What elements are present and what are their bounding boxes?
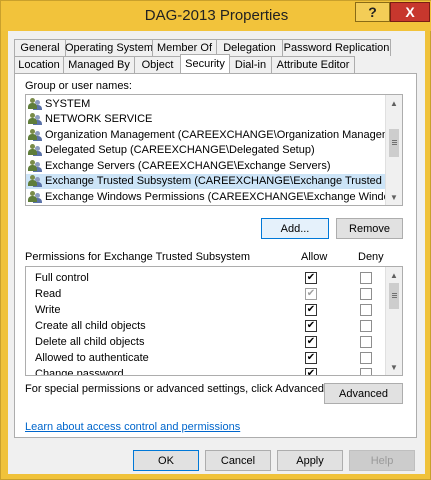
group-list[interactable]: SYSTEM NETWORK SERVICE Organization Manage… (25, 94, 403, 206)
security-panel: Group or user names: SYSTEM NETWORK SERVI… (14, 73, 417, 438)
add-button[interactable]: Add... (261, 218, 329, 239)
permission-row: Read ✔ (26, 286, 402, 302)
deny-checkbox[interactable] (360, 304, 372, 316)
group-name: Exchange Trusted Subsystem (CAREEXCHANGE… (45, 175, 403, 187)
allow-checkbox[interactable]: ✔ (305, 352, 317, 364)
group-names-label: Group or user names: (25, 80, 132, 92)
group-list-scrollbar[interactable]: ▲ ▼ (385, 95, 402, 205)
list-item[interactable]: SYSTEM (26, 96, 385, 111)
permission-row: Create all child objects ✔ (26, 318, 402, 334)
deny-checkbox[interactable] (360, 352, 372, 364)
permission-row: Write ✔ (26, 302, 402, 318)
help-button[interactable]: Help (349, 450, 415, 471)
ok-button[interactable]: OK (133, 450, 199, 471)
tab-security[interactable]: Security (180, 54, 230, 73)
tab-dial-in[interactable]: Dial-in (229, 56, 272, 73)
group-name: Delegated Setup (CAREEXCHANGE\Delegated … (45, 144, 315, 156)
advanced-note: For special permissions or advanced sett… (25, 383, 328, 395)
permissions-label: Permissions for Exchange Trusted Subsyst… (25, 251, 250, 263)
deny-checkbox[interactable] (360, 368, 372, 375)
deny-checkbox[interactable] (360, 288, 372, 300)
user-group-icon (28, 144, 42, 156)
tab-general[interactable]: General (14, 39, 66, 56)
apply-button[interactable]: Apply (277, 450, 343, 471)
scroll-thumb[interactable] (389, 283, 399, 309)
permission-name: Delete all child objects (35, 336, 145, 348)
scroll-up-arrow-icon[interactable]: ▲ (386, 95, 402, 111)
user-group-icon (28, 159, 42, 172)
permission-row: Delete all child objects ✔ (26, 334, 402, 350)
allow-checkbox[interactable]: ✔ (305, 368, 317, 375)
dialog-client: General Operating System Member Of Delegati… (8, 31, 425, 474)
scroll-up-arrow-icon[interactable]: ▲ (386, 267, 402, 283)
cancel-button[interactable]: Cancel (205, 450, 271, 471)
tab-object[interactable]: Object (134, 56, 181, 73)
title-bar[interactable]: DAG-2013 Properties ? X (1, 1, 431, 31)
scroll-thumb[interactable] (389, 129, 399, 157)
permission-name: Allowed to authenticate (35, 352, 149, 364)
tab-password-replication[interactable]: Password Replication (282, 39, 391, 56)
scroll-down-arrow-icon[interactable]: ▼ (386, 359, 402, 375)
allow-checkbox[interactable]: ✔ (305, 304, 317, 316)
deny-checkbox[interactable] (360, 320, 372, 332)
permission-row: Allowed to authenticate ✔ (26, 350, 402, 366)
permission-row: Full control ✔ (26, 270, 402, 286)
permission-name: Read (35, 288, 62, 300)
scroll-down-arrow-icon[interactable]: ▼ (386, 189, 402, 205)
allow-header: Allow (301, 251, 328, 263)
tab-location[interactable]: Location (14, 56, 64, 73)
allow-checkbox[interactable]: ✔ (305, 336, 317, 348)
list-item[interactable]: Delegated Setup (CAREEXCHANGE\Delegated … (26, 143, 385, 158)
permission-name: Full control (35, 272, 89, 284)
deny-checkbox[interactable] (360, 272, 372, 284)
user-group-icon (28, 113, 42, 125)
properties-window: DAG-2013 Properties ? X General Operating… (0, 0, 431, 480)
help-title-button[interactable]: ? (355, 2, 390, 22)
list-item[interactable]: Exchange Trusted Subsystem (CAREEXCHANGE… (26, 173, 402, 189)
list-item[interactable]: NETWORK SERVICE (26, 112, 385, 127)
tab-operating-system[interactable]: Operating System (65, 39, 153, 56)
group-name: Organization Management (CAREEXCHANGE\Or… (45, 128, 403, 141)
deny-checkbox[interactable] (360, 336, 372, 348)
allow-checkbox[interactable]: ✔ (305, 320, 317, 332)
tab-attribute-editor[interactable]: Attribute Editor (271, 56, 355, 73)
user-group-icon (28, 175, 42, 187)
permissions-list[interactable]: Full control ✔ Read ✔ Write ✔ Create all child… (25, 266, 403, 376)
tab-managed-by[interactable]: Managed By (63, 56, 135, 73)
permission-name: Write (35, 304, 61, 316)
group-name: NETWORK SERVICE (45, 113, 153, 125)
deny-header: Deny (358, 251, 384, 263)
group-name: Exchange Windows Permissions (CAREEXCHAN… (45, 190, 403, 203)
permission-name: Change password (35, 368, 124, 376)
allow-checkbox[interactable]: ✔ (305, 272, 317, 284)
group-name: SYSTEM (45, 97, 91, 110)
advanced-button[interactable]: Advanced (324, 383, 403, 404)
remove-button[interactable]: Remove (336, 218, 403, 239)
permission-name: Create all child objects (35, 320, 146, 332)
permissions-scrollbar[interactable]: ▲ ▼ (385, 267, 402, 375)
group-name: Exchange Servers (CAREEXCHANGE\Exchange … (45, 159, 331, 172)
user-group-icon (28, 190, 42, 203)
list-item[interactable]: Exchange Windows Permissions (CAREEXCHAN… (26, 189, 402, 204)
learn-more-link[interactable]: Learn about access control and permissio… (25, 421, 240, 433)
user-group-icon (28, 97, 42, 110)
allow-checkbox[interactable]: ✔ (305, 288, 317, 300)
tab-row-2: Location Managed By Object Security Dial-in A… (14, 54, 355, 73)
list-item[interactable]: Exchange Servers (CAREEXCHANGE\Exchange … (26, 158, 385, 173)
user-group-icon (28, 128, 42, 141)
list-item[interactable]: Organization Management (CAREEXCHANGE\Or… (26, 127, 402, 142)
permission-row: Change password ✔ (26, 366, 402, 376)
close-button[interactable]: X (390, 2, 430, 22)
